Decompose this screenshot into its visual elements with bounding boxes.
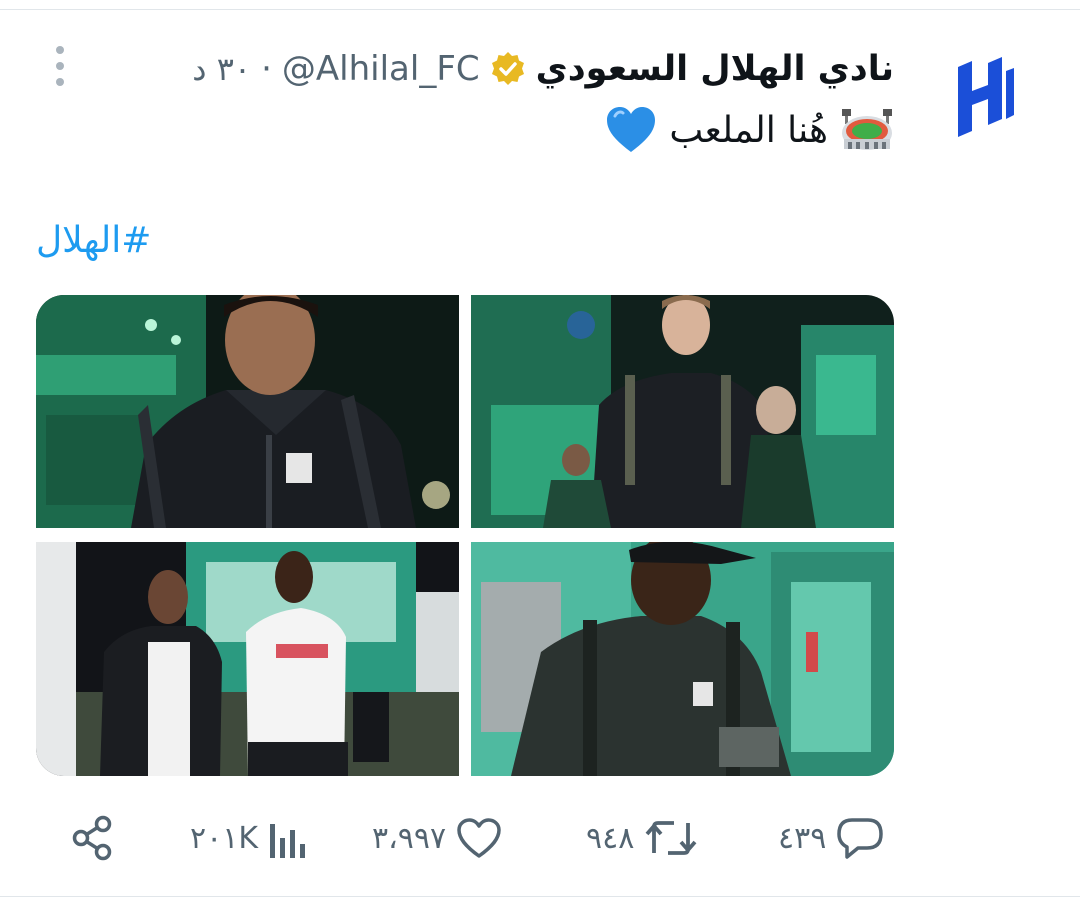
retweets-count: ٩٤٨ <box>586 820 635 856</box>
separator-dot: · <box>261 49 272 89</box>
share-button[interactable] <box>70 805 116 871</box>
retweet-button[interactable]: ٩٤٨ <box>586 805 698 871</box>
avatar[interactable] <box>942 54 1028 140</box>
media-photo-3[interactable] <box>36 542 459 776</box>
media-photo-1[interactable] <box>36 295 459 528</box>
views-button[interactable]: ٢٠١K <box>190 805 308 871</box>
reply-button[interactable]: ٤٣٩ <box>778 805 884 871</box>
views-count: ٢٠١K <box>190 820 259 856</box>
like-button[interactable]: ٣،٩٩٧ <box>372 805 502 871</box>
verified-badge-icon <box>490 51 526 87</box>
user-handle[interactable]: @Alhilal_FC <box>282 49 480 89</box>
media-photo-2[interactable] <box>471 295 894 528</box>
stadium-emoji-icon <box>840 107 894 153</box>
tweet-actions: ٢٠١K ٣،٩٩٧ ٩٤٨ ٤٣٩ <box>0 805 1080 871</box>
share-icon <box>72 815 112 861</box>
tweet-text-line: هُنا الملعب <box>605 100 894 160</box>
blue-heart-emoji-icon <box>605 106 657 154</box>
like-icon <box>457 818 501 858</box>
media-grid <box>36 295 894 776</box>
tweet-header: نادي الهلال السعودي @Alhilal_FC · ٣٠ د <box>192 44 894 94</box>
replies-count: ٤٣٩ <box>778 820 827 856</box>
views-icon <box>270 824 306 858</box>
retweet-icon <box>645 821 697 855</box>
timestamp[interactable]: ٣٠ د <box>192 50 251 88</box>
display-name[interactable]: نادي الهلال السعودي <box>536 49 894 89</box>
reply-icon <box>837 818 884 859</box>
media-photo-4[interactable] <box>471 542 894 776</box>
hashtag-link[interactable]: #الهلال <box>36 220 151 261</box>
alhilal-logo-icon <box>958 57 1014 137</box>
top-divider <box>0 9 1080 10</box>
tweet-text: هُنا الملعب <box>669 109 828 151</box>
bottom-divider <box>0 896 1080 897</box>
likes-count: ٣،٩٩٧ <box>372 820 447 856</box>
more-options-icon[interactable] <box>48 46 72 86</box>
